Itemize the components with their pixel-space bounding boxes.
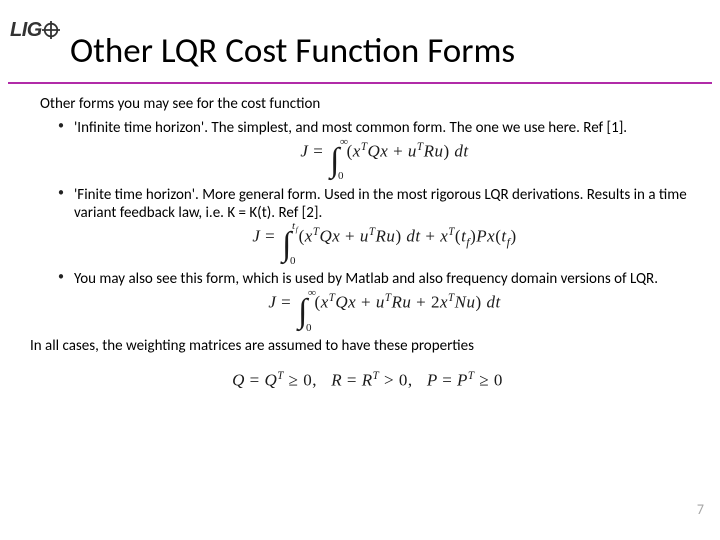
list-item: 'Finite time horizon'. More general form… xyxy=(74,186,695,263)
list-item: 'Infinite time horizon'. The simplest, a… xyxy=(74,119,695,178)
equation-2: J = tf∫0 (xTQx + uTRu) dt + xT(tf)Px(tf) xyxy=(74,226,695,263)
bullet-text: You may also see this form, which is use… xyxy=(74,270,658,288)
page-number: 7 xyxy=(697,501,704,518)
list-item: You may also see this form, which is use… xyxy=(74,270,695,329)
closing-text: In all cases, the weighting matrices are… xyxy=(30,337,695,355)
equation-1: J = ∞∫0 (xTQx + uTRu) dt xyxy=(74,141,695,178)
page-title: Other LQR Cost Function Forms xyxy=(70,32,710,71)
crosshair-icon xyxy=(42,21,60,39)
ligo-logo: LIG xyxy=(10,20,60,40)
title-underline xyxy=(8,82,712,84)
lead-text: Other forms you may see for the cost fun… xyxy=(40,95,695,113)
content-area: Other forms you may see for the cost fun… xyxy=(40,95,695,399)
bullet-text: 'Infinite time horizon'. The simplest, a… xyxy=(74,119,627,137)
properties-equation: Q = QT ≥ 0, R = RT > 0, P = PT ≥ 0 xyxy=(40,370,695,391)
bullet-list: 'Infinite time horizon'. The simplest, a… xyxy=(74,119,695,329)
bullet-text: 'Finite time horizon'. More general form… xyxy=(74,186,687,222)
logo-text: LIG xyxy=(10,19,42,41)
equation-3: J = ∞∫0 (xTQx + uTRu + 2xTNu) dt xyxy=(74,292,695,329)
